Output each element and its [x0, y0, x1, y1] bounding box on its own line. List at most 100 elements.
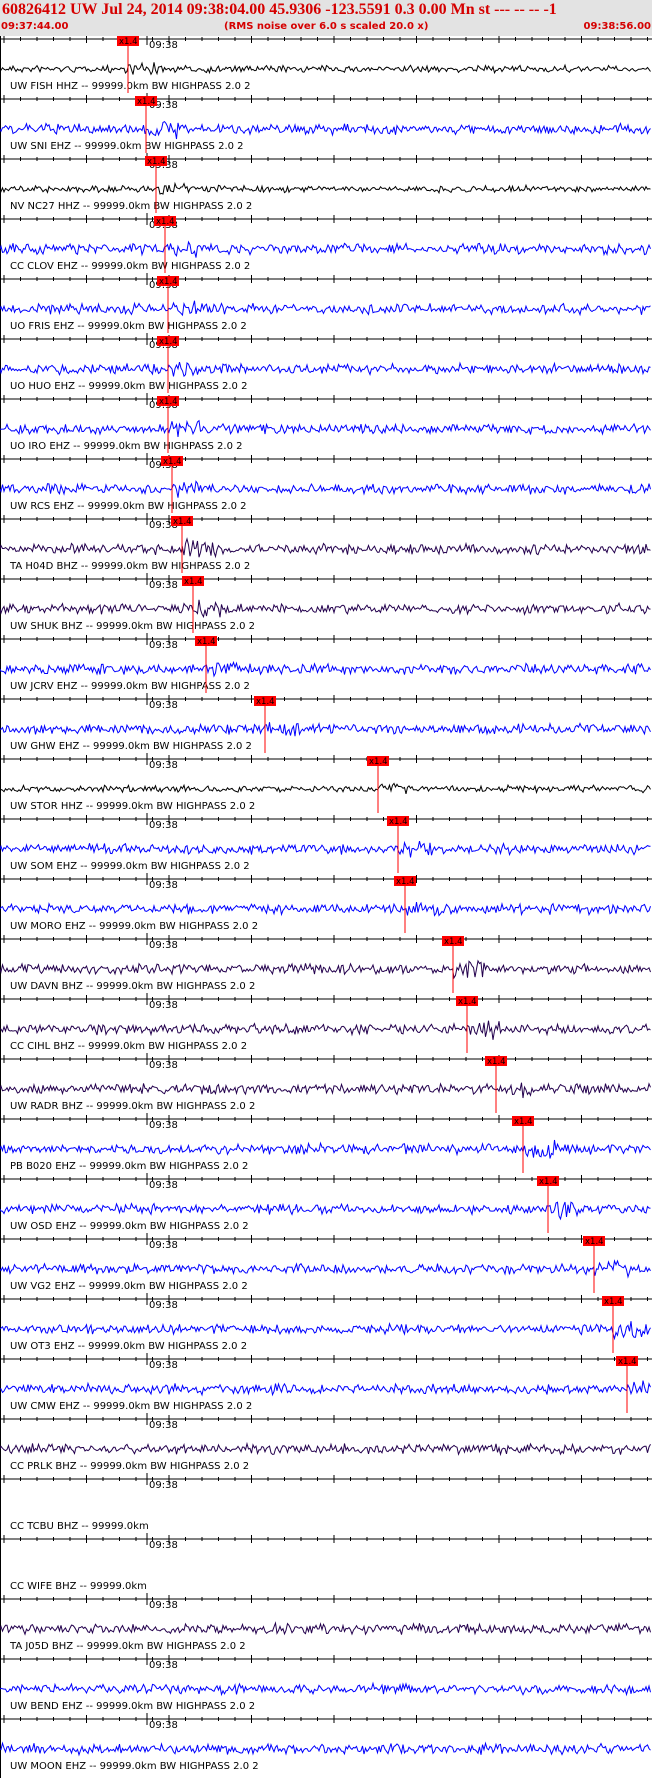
pick-label: x1.4 — [487, 1057, 506, 1067]
waveform — [0, 1380, 651, 1397]
station-label: PB B020 EHZ -- 99999.0km BW HIGHPASS 2.0… — [10, 1161, 248, 1172]
station-label: UW FISH HHZ -- 99999.0km BW HIGHPASS 2.0… — [10, 81, 251, 92]
pick-label: x1.4 — [184, 577, 203, 587]
pick-label: x1.4 — [159, 397, 178, 407]
pick-label: x1.4 — [396, 877, 415, 887]
waveform — [0, 1681, 651, 1697]
scale-note: (RMS noise over 6.0 s scaled 20.0 x) — [224, 21, 429, 32]
minute-label: 09:38 — [149, 760, 178, 771]
waveform — [0, 1139, 651, 1159]
minute-label: 09:38 — [149, 1300, 178, 1311]
minute-label: 09:38 — [149, 1360, 178, 1371]
waveform — [0, 599, 651, 619]
station-label: CC CIHL BHZ -- 99999.0km BW HIGHPASS 2.0… — [10, 1041, 247, 1052]
station-label: TA J05D BHZ -- 99999.0km BW HIGHPASS 2.0… — [9, 1641, 246, 1652]
waveform — [0, 782, 651, 795]
minute-label: 09:38 — [149, 1420, 178, 1431]
station-label: UW RCS EHZ -- 99999.0km BW HIGHPASS 2.0 … — [10, 501, 247, 512]
waveform — [0, 1259, 651, 1279]
station-label: TA H04D BHZ -- 99999.0km BW HIGHPASS 2.0… — [9, 561, 250, 572]
station-label: UW SNI EHZ -- 99999.0km BW HIGHPASS 2.0 … — [10, 141, 244, 152]
waveform — [0, 240, 651, 258]
minute-label: 09:38 — [149, 580, 178, 591]
station-label: UW GHW EHZ -- 99999.0km BW HIGHPASS 2.0 … — [10, 741, 252, 752]
station-label: UW CMW EHZ -- 99999.0km BW HIGHPASS 2.0 … — [10, 1401, 252, 1412]
station-label: CC WIFE BHZ -- 99999.0km — [10, 1581, 147, 1592]
station-label: CC CLOV EHZ -- 99999.0km BW HIGHPASS 2.0… — [10, 261, 250, 272]
station-label: UO HUO EHZ -- 99999.0km BW HIGHPASS 2.0 … — [10, 381, 247, 392]
station-label: UW BEND EHZ -- 99999.0km BW HIGHPASS 2.0… — [10, 1701, 255, 1712]
station-label: UW DAVN BHZ -- 99999.0km BW HIGHPASS 2.0… — [10, 981, 255, 992]
pick-label: x1.4 — [369, 757, 388, 767]
waveform — [0, 181, 651, 195]
minute-label: 09:38 — [149, 1120, 178, 1131]
station-label: UW RADR BHZ -- 99999.0km BW HIGHPASS 2.0… — [10, 1101, 255, 1112]
minute-label: 09:38 — [149, 880, 178, 891]
station-label: UW MOON EHZ -- 99999.0km BW HIGHPASS 2.0… — [10, 1761, 259, 1772]
minute-label: 09:38 — [149, 1540, 178, 1551]
station-label: CC PRLK BHZ -- 99999.0km BW HIGHPASS 2.0… — [10, 1461, 249, 1472]
station-label: UO IRO EHZ -- 99999.0km BW HIGHPASS 2.0 … — [10, 441, 243, 452]
station-label: UW SHUK BHZ -- 99999.0km BW HIGHPASS 2.0… — [10, 621, 255, 632]
minute-label: 09:38 — [149, 1600, 178, 1611]
pick-label: x1.4 — [119, 37, 138, 47]
station-label: UW OSD EHZ -- 99999.0km BW HIGHPASS 2.0 … — [10, 1221, 249, 1232]
station-label: UW OT3 EHZ -- 99999.0km BW HIGHPASS 2.0 … — [10, 1341, 247, 1352]
minute-label: 09:38 — [149, 1480, 178, 1491]
pick-label: x1.4 — [137, 97, 156, 107]
minute-label: 09:38 — [149, 40, 178, 51]
minute-label: 09:38 — [149, 1060, 178, 1071]
pick-label: x1.4 — [159, 277, 178, 287]
pick-label: x1.4 — [514, 1117, 533, 1127]
pick-label: x1.4 — [163, 457, 182, 467]
waveform — [0, 419, 651, 437]
pick-label: x1.4 — [197, 637, 216, 647]
station-label: UO FRIS EHZ -- 99999.0km BW HIGHPASS 2.0… — [10, 321, 247, 332]
waveform — [0, 1441, 651, 1457]
waveform — [0, 1201, 651, 1221]
waveform — [0, 660, 651, 678]
minute-label: 09:38 — [149, 1240, 178, 1251]
waveform — [0, 1621, 651, 1636]
station-label: UW STOR HHZ -- 99999.0km BW HIGHPASS 2.0… — [10, 801, 255, 812]
pick-label: x1.4 — [173, 517, 192, 527]
start-time: 09:37:44.00 — [1, 21, 69, 32]
seismogram-plot: 09:38 UW FISH HHZ -- 99999.0km BW HIGHPAS… — [0, 36, 652, 1778]
header-bar: 60826412 UW Jul 24, 2014 09:38:04.00 45.… — [0, 0, 652, 36]
station-label: CC TCBU BHZ -- 99999.0km — [10, 1521, 149, 1532]
pick-label: x1.4 — [156, 217, 175, 227]
minute-label: 09:38 — [149, 640, 178, 651]
pick-label: x1.4 — [539, 1177, 558, 1187]
pick-label: x1.4 — [256, 697, 275, 707]
waveform — [0, 1020, 651, 1040]
station-label: UW VG2 EHZ -- 99999.0km BW HIGHPASS 2.0 … — [10, 1281, 248, 1292]
minute-label: 09:38 — [149, 940, 178, 951]
minute-label: 09:38 — [149, 1180, 178, 1191]
end-time: 09:38:56.00 — [583, 21, 651, 32]
pick-label: x1.4 — [147, 157, 166, 167]
station-label: UW JCRV EHZ -- 99999.0km BW HIGHPASS 2.0… — [10, 681, 250, 692]
waveform — [0, 1741, 651, 1757]
waveform — [0, 120, 651, 140]
pick-label: x1.4 — [585, 1237, 604, 1247]
station-label: UW MORO EHZ -- 99999.0km BW HIGHPASS 2.0… — [10, 921, 258, 932]
waveform — [0, 1082, 651, 1099]
event-title: 60826412 UW Jul 24, 2014 09:38:04.00 45.… — [2, 1, 557, 18]
pick-label: x1.4 — [618, 1357, 637, 1367]
pick-label: x1.4 — [389, 817, 408, 827]
waveform — [0, 300, 651, 317]
waveform — [0, 361, 651, 378]
waveform — [0, 840, 651, 858]
minute-label: 09:38 — [149, 1660, 178, 1671]
pick-label: x1.4 — [458, 997, 477, 1007]
waveform — [0, 721, 651, 737]
pick-label: x1.4 — [444, 937, 463, 947]
minute-label: 09:38 — [149, 1000, 178, 1011]
waveform — [0, 1321, 651, 1341]
minute-label: 09:38 — [149, 820, 178, 831]
waveform — [0, 537, 651, 559]
station-label: UW SOM EHZ -- 99999.0km BW HIGHPASS 2.0 … — [10, 861, 250, 872]
minute-label: 09:38 — [149, 700, 178, 711]
pick-label: x1.4 — [159, 337, 178, 347]
waveform — [0, 959, 651, 980]
